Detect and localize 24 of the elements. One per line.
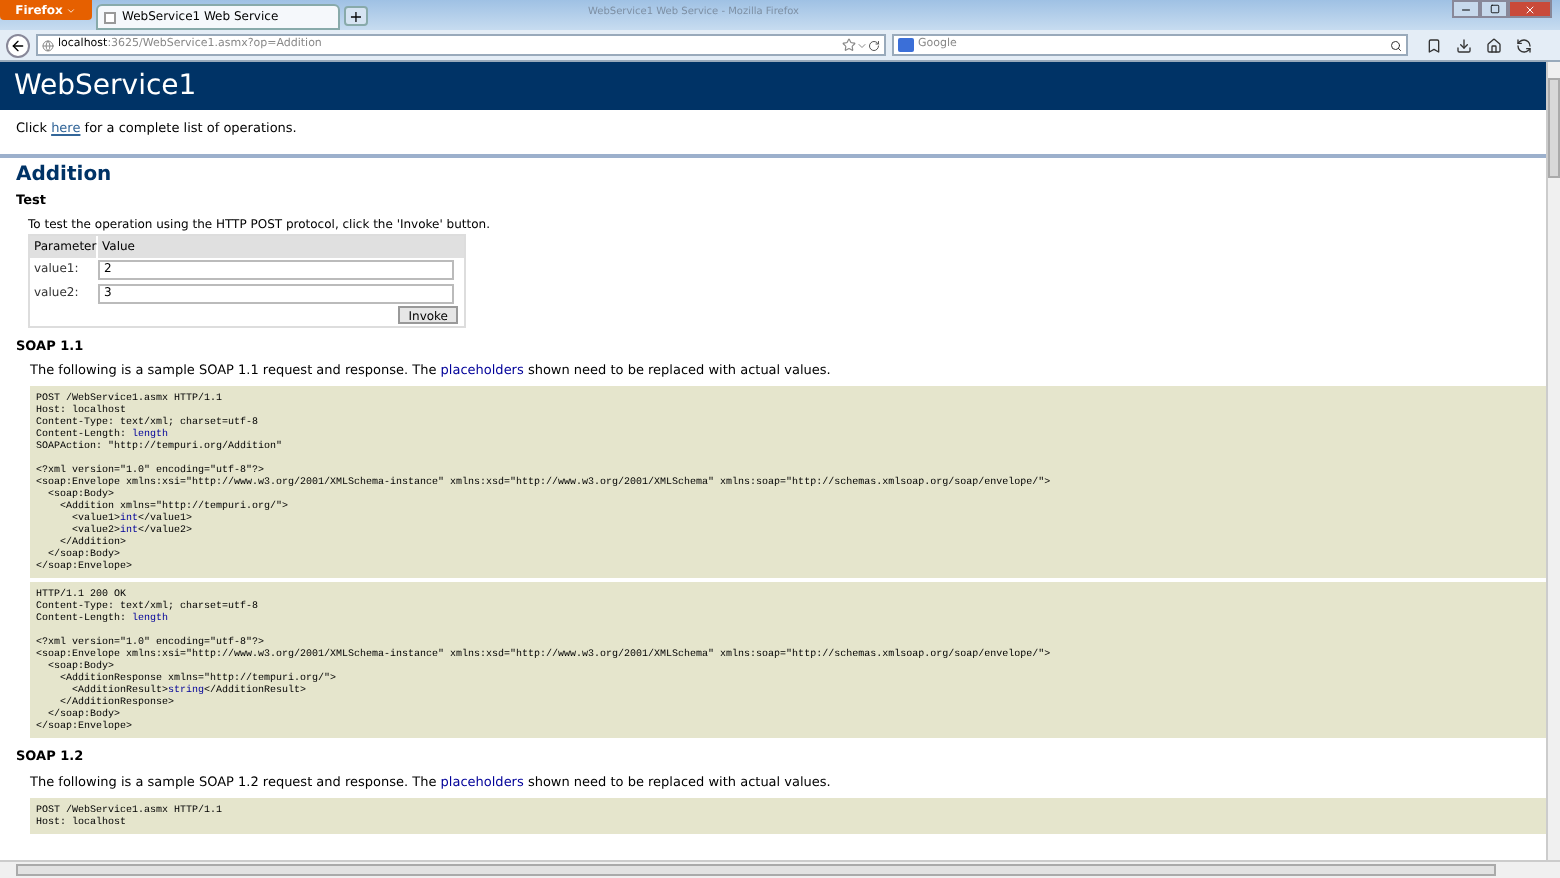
bookmarks-icon[interactable] xyxy=(1426,37,1442,53)
scrollbar-thumb[interactable] xyxy=(16,864,1496,876)
minimize-icon xyxy=(1460,3,1472,15)
caret-icon xyxy=(66,5,77,15)
new-tab-button[interactable]: + xyxy=(344,6,368,26)
sync-icon[interactable] xyxy=(1516,37,1532,53)
reload-icon[interactable] xyxy=(868,39,880,51)
globe-icon xyxy=(42,39,54,51)
page-title: WebService1 xyxy=(14,67,197,105)
star-icon[interactable] xyxy=(842,38,856,52)
download-icon[interactable] xyxy=(1456,37,1472,53)
horizontal-scrollbar[interactable] xyxy=(0,860,1560,878)
home-icon[interactable] xyxy=(1486,37,1502,53)
page-icon xyxy=(104,11,116,23)
maximize-button[interactable] xyxy=(1480,0,1508,18)
operation-heading: Addition xyxy=(16,163,112,186)
close-icon xyxy=(1524,3,1536,15)
back-button[interactable] xyxy=(6,33,30,57)
vertical-scrollbar[interactable] xyxy=(1546,62,1560,860)
scrollbar-thumb[interactable] xyxy=(1548,78,1560,178)
maximize-icon xyxy=(1489,4,1499,14)
back-arrow-icon xyxy=(10,37,26,53)
minimize-button[interactable] xyxy=(1452,0,1480,18)
search-icon[interactable] xyxy=(1390,39,1402,51)
